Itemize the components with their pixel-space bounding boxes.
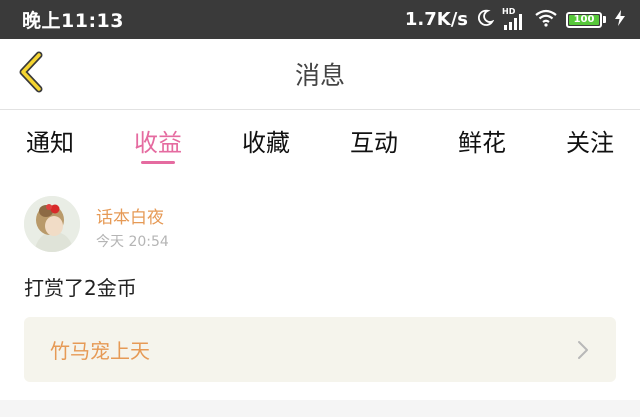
tab-label: 鲜花 [458, 129, 506, 157]
network-speed: 1.7K/s [404, 9, 468, 30]
tab-following[interactable]: 关注 [566, 110, 614, 168]
status-time: 晚上11:13 [22, 10, 124, 32]
battery-icon: 100 [566, 11, 606, 28]
nav-bar: 消息 [0, 39, 640, 110]
tab-label: 收益 [134, 129, 182, 157]
tab-favorites[interactable]: 收藏 [242, 110, 290, 168]
tab-label: 通知 [26, 129, 74, 157]
avatar[interactable] [24, 196, 80, 252]
sender-name[interactable]: 话本白夜 [96, 203, 164, 228]
message-time: 今天 20:54 [96, 234, 169, 250]
tab-label: 互动 [350, 129, 398, 157]
book-card[interactable]: 竹马宠上天 [24, 317, 616, 382]
battery-level: 100 [569, 14, 599, 25]
list-divider [0, 400, 640, 417]
cellular-signal-icon: HD [502, 6, 526, 31]
tab-bar: 通知 收益 收藏 互动 鲜花 关注 [0, 110, 640, 168]
hd-label: HD [502, 6, 516, 16]
tab-interactions[interactable]: 互动 [350, 110, 398, 168]
message-text: 打赏了2金币 [24, 276, 137, 300]
active-tab-indicator [141, 161, 175, 164]
do-not-disturb-moon-icon [476, 9, 495, 31]
charging-bolt-icon [614, 9, 626, 31]
tab-flowers[interactable]: 鲜花 [458, 110, 506, 168]
book-title: 竹马宠上天 [50, 339, 150, 363]
wifi-icon [534, 8, 558, 32]
status-icons: 1.7K/s HD 100 [404, 6, 626, 32]
tab-earnings[interactable]: 收益 [134, 110, 182, 168]
back-button[interactable] [10, 51, 54, 97]
tab-notifications[interactable]: 通知 [26, 110, 74, 168]
status-bar: 晚上11:13 1.7K/s HD 100 [0, 0, 640, 39]
chevron-right-icon [576, 339, 590, 361]
tab-label: 关注 [566, 129, 614, 157]
page-title: 消息 [294, 61, 345, 90]
chevron-left-icon [17, 51, 47, 97]
tab-label: 收藏 [242, 129, 290, 157]
avatar-portrait-icon [24, 196, 80, 252]
